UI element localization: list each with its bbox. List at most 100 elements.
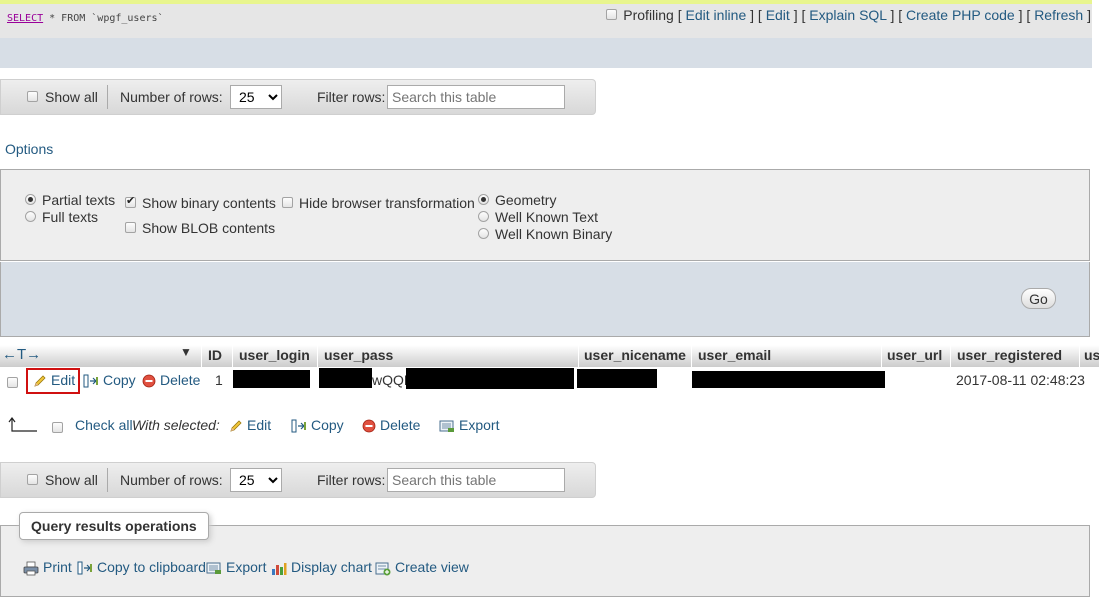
display-chart-link[interactable]: Display chart	[271, 559, 372, 576]
column-user-url[interactable]: user_url	[887, 347, 942, 363]
navigation-bar-bottom: Show all Number of rows: 25 Filter rows:	[0, 462, 596, 498]
row-delete-link[interactable]: Delete	[142, 372, 200, 388]
show-binary-checkbox[interactable]	[125, 194, 136, 209]
bulk-copy-link[interactable]: Copy	[291, 417, 344, 433]
wkb-label[interactable]: Well Known Binary	[495, 226, 612, 242]
check-all-label[interactable]: Check all	[75, 417, 133, 433]
copy-to-clipboard-link[interactable]: Copy to clipboard	[77, 559, 206, 575]
show-blob-label[interactable]: Show BLOB contents	[142, 220, 275, 236]
delete-icon	[362, 419, 376, 433]
table-row: Edit Copy Delete 1 wQQE 2017-08-11 02:48…	[0, 368, 1099, 390]
column-divider	[950, 345, 951, 367]
rows-select[interactable]: 25	[230, 85, 282, 109]
column-user-login[interactable]: user_login	[239, 347, 310, 363]
profiling-label[interactable]: Profiling	[623, 7, 674, 23]
redacted-user-login	[233, 370, 310, 388]
wkb-radio[interactable]	[478, 228, 489, 240]
profiling-checkbox[interactable]	[606, 9, 618, 21]
column-divider	[232, 345, 233, 367]
wkt-label[interactable]: Well Known Text	[495, 209, 598, 225]
check-all-checkbox[interactable]	[52, 421, 63, 433]
show-blob-option[interactable]: Show BLOB contents	[125, 220, 275, 236]
go-button[interactable]: Go	[1021, 288, 1056, 309]
copy-to-clipboard-label[interactable]: Copy to clipboard	[97, 559, 206, 575]
show-blob-checkbox[interactable]	[125, 222, 136, 234]
full-texts-radio[interactable]	[25, 211, 36, 223]
show-binary-option[interactable]: Show binary contents	[125, 194, 276, 211]
explain-sql-link[interactable]: Explain SQL	[809, 7, 886, 23]
display-chart-label[interactable]: Display chart	[291, 559, 372, 575]
delete-icon	[142, 374, 156, 388]
show-all-control[interactable]: Show all	[27, 89, 98, 105]
partial-texts-radio[interactable]	[25, 194, 36, 206]
geometry-label[interactable]: Geometry	[495, 192, 556, 208]
export-label[interactable]: Export	[226, 559, 266, 575]
partial-texts-label[interactable]: Partial texts	[42, 192, 115, 208]
filter-input[interactable]	[387, 468, 565, 492]
show-all-checkbox[interactable]	[27, 474, 38, 486]
wkt-radio[interactable]	[478, 211, 489, 223]
sql-links: Profiling [ Edit inline ] [ Edit ] [ Exp…	[606, 7, 1091, 23]
sql-query-text[interactable]: SELECT * FROM `wpgf_users`	[7, 13, 164, 24]
geometry-radio[interactable]	[478, 194, 489, 206]
create-view-label[interactable]: Create view	[395, 559, 469, 575]
filter-input[interactable]	[387, 85, 565, 109]
show-all-control[interactable]: Show all	[27, 472, 98, 488]
hide-browser-label[interactable]: Hide browser transformation	[299, 195, 475, 211]
column-user-status-partial[interactable]: us	[1084, 347, 1099, 363]
show-all-checkbox[interactable]	[27, 91, 38, 103]
edit-inline-link[interactable]: Edit inline	[686, 7, 747, 23]
arrow-left-up-icon	[8, 417, 37, 432]
rows-label: Number of rows:	[120, 472, 223, 488]
bar-chart-icon	[272, 562, 287, 575]
options-link[interactable]: Options	[5, 141, 53, 157]
print-label[interactable]: Print	[43, 559, 72, 575]
bulk-edit-label[interactable]: Edit	[247, 417, 271, 433]
cell-user-registered: 2017-08-11 02:48:23	[956, 372, 1085, 388]
divider	[107, 85, 108, 109]
full-texts-label[interactable]: Full texts	[42, 209, 98, 225]
pencil-icon	[230, 420, 242, 432]
column-user-pass[interactable]: user_pass	[324, 347, 393, 363]
row-checkbox[interactable]	[7, 377, 18, 388]
show-all-label[interactable]: Show all	[45, 472, 98, 488]
hide-browser-checkbox[interactable]	[282, 197, 293, 209]
full-texts-option[interactable]: Full texts	[25, 209, 98, 225]
bulk-export-link[interactable]: Export	[439, 417, 499, 433]
column-user-nicename[interactable]: user_nicename	[584, 347, 686, 363]
export-link[interactable]: Export	[206, 559, 266, 575]
partial-texts-option[interactable]: Partial texts	[25, 192, 115, 208]
geometry-option[interactable]: Geometry	[478, 192, 556, 208]
rows-select[interactable]: 25	[230, 468, 282, 492]
column-divider	[691, 345, 692, 367]
create-php-code-link[interactable]: Create PHP code	[906, 7, 1015, 23]
table-header: ←T→ ▼ ID user_login user_pass user_nicen…	[0, 345, 1099, 367]
sort-dropdown-icon[interactable]: ▼	[180, 345, 192, 359]
row-copy-link[interactable]: Copy	[83, 372, 136, 388]
column-resize-arrows[interactable]: ←T→	[2, 346, 41, 363]
redacted-user-pass-start	[319, 368, 372, 388]
column-user-email[interactable]: user_email	[698, 347, 771, 363]
refresh-link[interactable]: Refresh	[1034, 7, 1083, 23]
bulk-copy-label[interactable]: Copy	[311, 417, 344, 433]
create-view-link[interactable]: Create view	[375, 559, 469, 576]
row-delete-label[interactable]: Delete	[160, 372, 200, 388]
show-all-label[interactable]: Show all	[45, 89, 98, 105]
wkt-option[interactable]: Well Known Text	[478, 209, 598, 225]
bulk-edit-link[interactable]: Edit	[229, 417, 271, 433]
column-id[interactable]: ID	[208, 347, 222, 363]
wkb-option[interactable]: Well Known Binary	[478, 226, 612, 242]
edit-link[interactable]: Edit	[766, 7, 790, 23]
bulk-export-label[interactable]: Export	[459, 417, 499, 433]
column-user-registered[interactable]: user_registered	[957, 347, 1062, 363]
divider	[107, 468, 108, 492]
bulk-delete-link[interactable]: Delete	[362, 417, 420, 433]
row-copy-label[interactable]: Copy	[103, 372, 136, 388]
show-binary-label[interactable]: Show binary contents	[142, 195, 276, 211]
cell-id: 1	[215, 372, 223, 388]
print-link[interactable]: Print	[23, 559, 72, 576]
bulk-delete-label[interactable]: Delete	[380, 417, 420, 433]
sql-keyword[interactable]: SELECT	[7, 13, 43, 24]
hide-browser-option[interactable]: Hide browser transformation	[282, 195, 475, 211]
column-divider	[881, 345, 882, 367]
